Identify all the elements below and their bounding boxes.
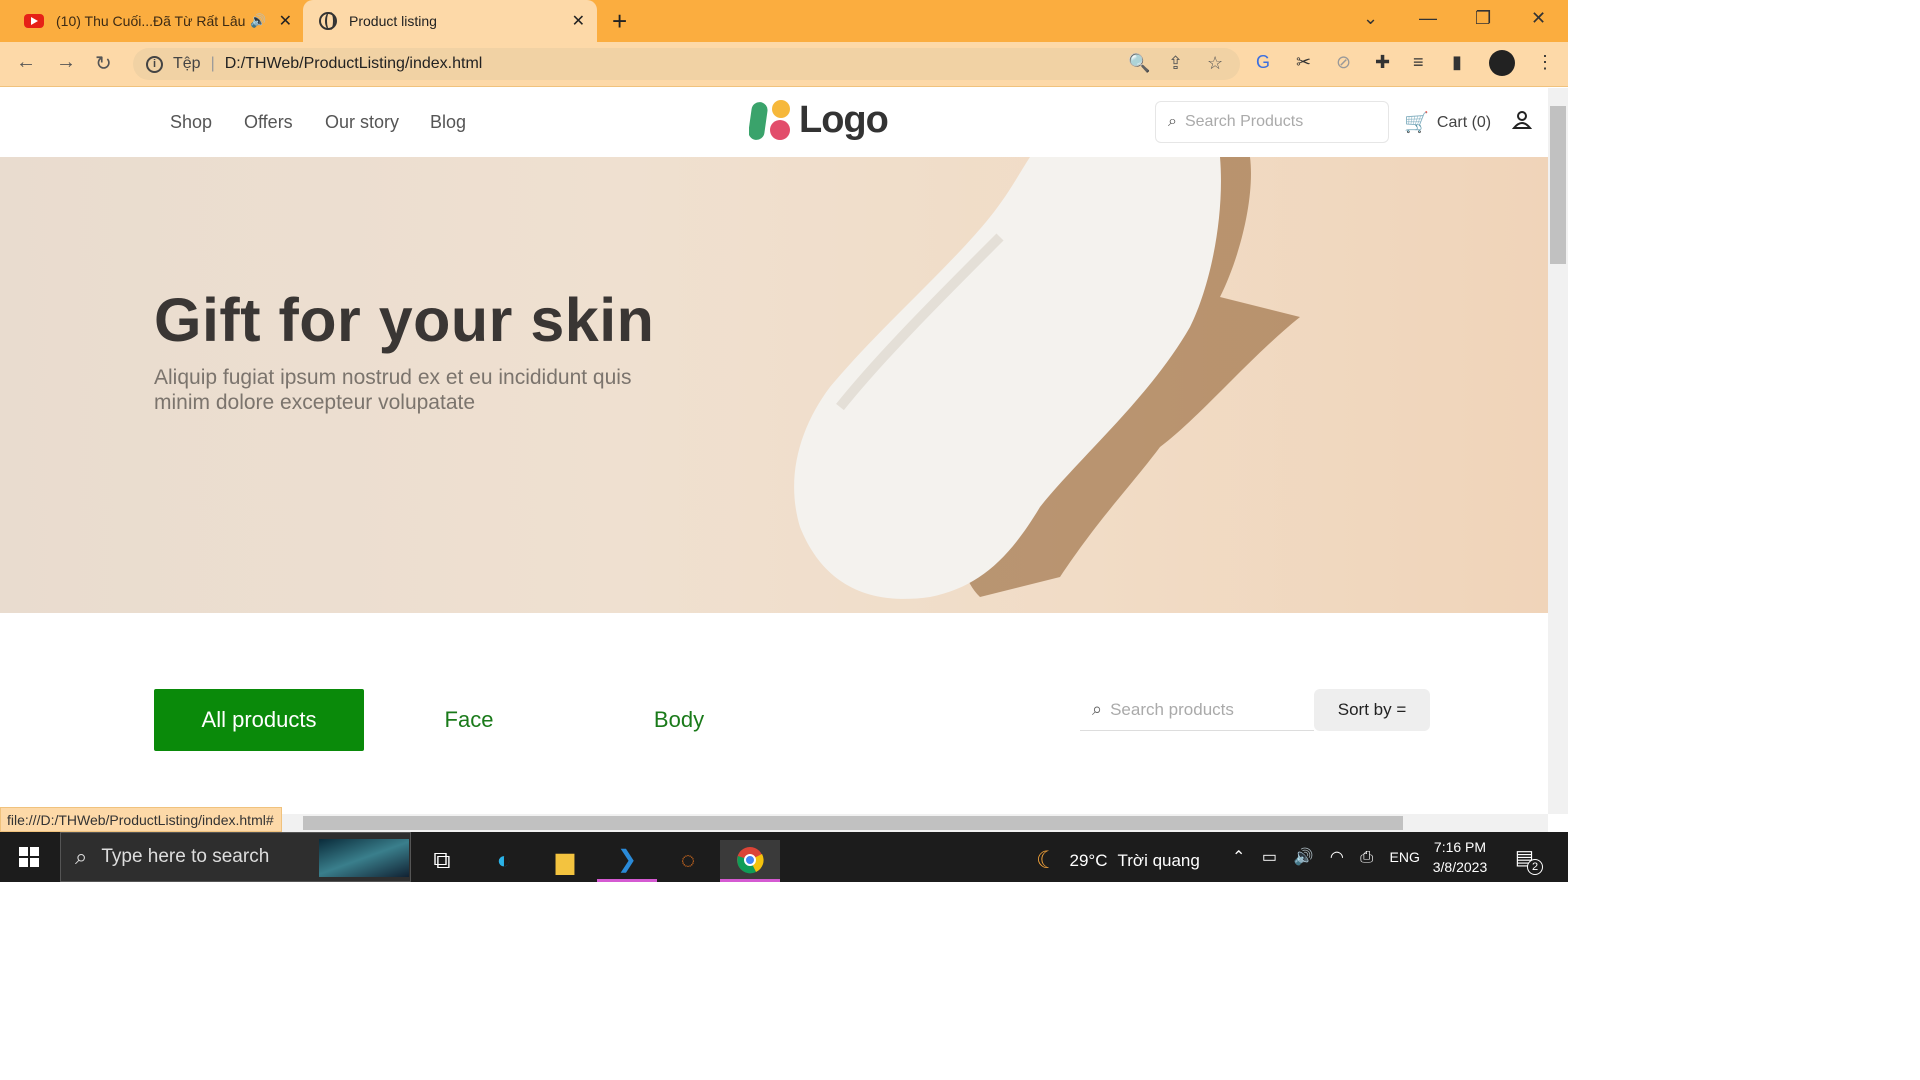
clock-date: 3/8/2023 [1432,859,1488,875]
system-clock[interactable]: 7:16 PM 3/8/2023 [1420,837,1500,877]
scissors-extension-icon[interactable]: ✂ [1296,52,1311,73]
search-icon: ⌕ [75,844,88,869]
close-tab-icon[interactable]: ✕ [279,11,292,31]
info-icon[interactable]: i [146,55,163,73]
tab-product-listing[interactable]: Product listing ✕ [303,0,597,42]
compass-extension-icon[interactable]: ⊘ [1336,52,1351,73]
zoom-icon[interactable]: 🔍 [1128,53,1150,74]
sort-by-button[interactable]: Sort by = [1314,689,1430,731]
reload-icon[interactable]: ↻ [95,51,112,76]
horizontal-scroll-thumb[interactable] [303,816,1403,830]
filter-body[interactable]: Body [574,689,784,751]
system-tray: ⌃ ▭ 🔊 ◠ ⎙ ENG [1232,847,1420,867]
chevron-up-icon[interactable]: ⌃ [1232,849,1245,866]
edge-browser-icon[interactable]: ◐ [474,840,534,882]
vertical-scroll-thumb[interactable] [1550,106,1566,264]
menu-kebab-icon[interactable]: ⋮ [1536,52,1554,73]
browser-toolbar: ← → ↻ i Tệp | D:/THWeb/ProductListing/in… [0,42,1568,87]
moon-icon: ☾ [1036,847,1058,874]
task-view-icon[interactable]: ⧉ [412,840,472,882]
notification-count-badge: 2 [1527,859,1543,875]
weather-desc: Trời quang [1117,850,1200,870]
address-bar[interactable]: i Tệp | D:/THWeb/ProductListing/index.ht… [133,48,1240,80]
cream-swatch-image [794,157,1300,599]
minimize-icon[interactable]: — [1419,8,1437,29]
product-filters: All products Face Body ⌕ Search products… [0,613,1548,814]
url-text[interactable]: D:/THWeb/ProductListing/index.html [225,55,483,73]
filter-all-products[interactable]: All products [154,689,364,751]
tab-title: (10) Thu Cuối...Đã Từ Rất Lâu [56,13,246,29]
search-highlight-image [319,839,409,877]
nav-shop[interactable]: Shop [170,112,212,133]
tab-youtube[interactable]: (10) Thu Cuối...Đã Từ Rất Lâu 🔊 ✕ [14,0,304,42]
nav-offers[interactable]: Offers [244,112,293,133]
file-explorer-icon[interactable]: ▆ [535,840,595,882]
sublime-icon[interactable]: ◌ [658,840,718,882]
share-icon[interactable]: ⇪ [1168,53,1183,74]
taskbar-search-box[interactable]: ⌕ Type here to search [60,832,411,882]
new-tab-icon[interactable]: + [612,6,627,37]
scheme-label: Tệp [173,55,201,72]
divider: | [210,55,215,72]
speaker-icon[interactable]: 🔊 [250,13,266,29]
globe-icon [319,12,337,30]
tab-search-icon[interactable]: ⌄ [1363,8,1378,29]
logo-mark-icon [749,100,790,140]
close-window-icon[interactable]: ✕ [1531,8,1546,29]
filter-face[interactable]: Face [364,689,574,751]
windows-taskbar: ⌕ Type here to search ⧉ ◐ ▆ ❯ ◌ ☾ 29°C T… [0,832,1568,882]
search-icon: ⌕ [1168,113,1177,130]
header-search-placeholder: Search Products [1184,113,1304,130]
nav-blog[interactable]: Blog [430,112,466,133]
status-bar-url: file:///D:/THWeb/ProductListing/index.ht… [0,807,282,832]
battery-icon[interactable]: ▭ [1262,849,1277,866]
tab-title: Product listing [349,13,437,29]
language-indicator[interactable]: ENG [1390,849,1420,865]
search-icon: ⌕ [1092,699,1103,719]
windows-start-icon[interactable] [19,847,39,867]
media-control-icon[interactable]: ≡ [1413,52,1424,73]
volume-icon[interactable]: 🔊 [1293,849,1313,866]
taskbar-search-placeholder: Type here to search [101,846,270,867]
cart-label: Cart (0) [1436,113,1492,131]
youtube-icon [24,14,44,28]
cart-icon: 🛒 [1404,112,1429,134]
translate-extension-icon[interactable]: G [1256,52,1270,73]
profile-avatar[interactable] [1489,50,1515,76]
extensions-puzzle-icon[interactable]: ✚ [1375,52,1390,73]
weather-temp: 29°C [1069,850,1108,870]
user-account-icon[interactable] [1511,110,1533,135]
site-header: Shop Offers Our story Blog Logo ⌕ Search… [0,88,1548,156]
product-search-placeholder: Search products [1110,699,1234,719]
input-icon[interactable]: ⎙ [1360,849,1373,866]
side-panel-icon[interactable]: ▮ [1452,52,1462,73]
vscode-icon[interactable]: ❯ [597,840,657,882]
back-icon[interactable]: ← [16,51,36,74]
chrome-icon[interactable] [720,840,780,882]
hero-banner: Gift for your skin Aliquip fugiat ipsum … [0,157,1548,613]
product-search-input[interactable]: ⌕ Search products [1080,689,1314,731]
header-search-input[interactable]: ⌕ Search Products [1155,101,1389,143]
nav-our-story[interactable]: Our story [325,112,399,133]
clock-time: 7:16 PM [1433,839,1487,855]
hero-title: Gift for your skin [154,286,655,354]
site-logo[interactable]: Logo [749,98,889,142]
hero-subtitle: Aliquip fugiat ipsum nostrud ex et eu in… [154,366,632,414]
close-tab-icon[interactable]: ✕ [572,11,585,31]
cart-button[interactable]: 🛒 Cart (0) [1404,110,1491,135]
restore-icon[interactable]: ❐ [1475,8,1491,29]
bookmark-star-icon[interactable]: ☆ [1207,53,1223,74]
logo-text: Logo [799,98,889,141]
wifi-icon[interactable]: ◠ [1330,849,1344,866]
forward-icon[interactable]: → [56,51,76,74]
browser-titlebar: (10) Thu Cuối...Đã Từ Rất Lâu 🔊 ✕ Produc… [0,0,1568,42]
web-page: Shop Offers Our story Blog Logo ⌕ Search… [0,88,1548,814]
weather-widget[interactable]: ☾ 29°C Trời quang [1036,846,1200,875]
